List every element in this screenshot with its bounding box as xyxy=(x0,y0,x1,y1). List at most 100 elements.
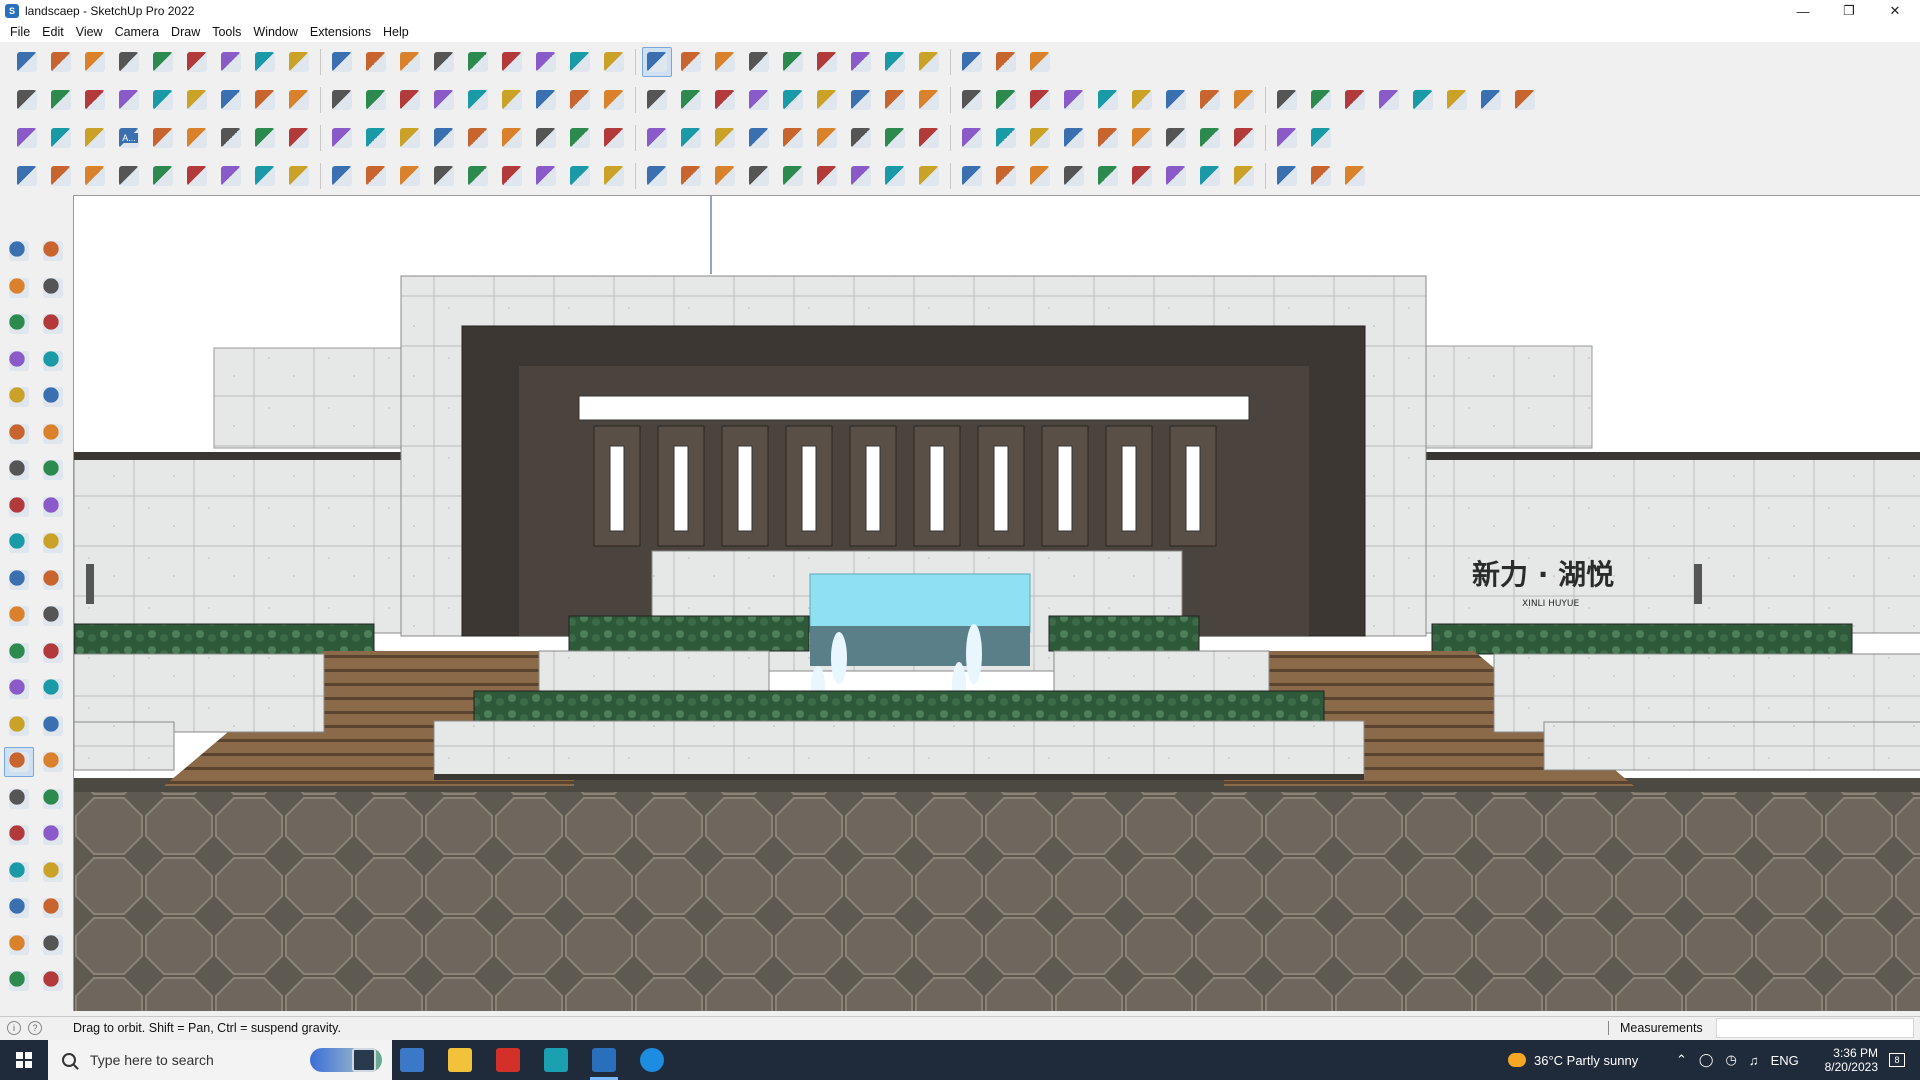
calculator-icon[interactable] xyxy=(388,1040,436,1080)
close-icon[interactable]: ✕ xyxy=(1872,0,1918,22)
tool-icon[interactable] xyxy=(361,47,391,77)
menu-window[interactable]: Window xyxy=(247,25,303,39)
tool-icon[interactable] xyxy=(463,123,493,153)
tool-icon[interactable] xyxy=(1195,85,1225,115)
tool-icon[interactable] xyxy=(744,161,774,191)
tool-icon[interactable] xyxy=(676,123,706,153)
tool-icon[interactable] xyxy=(778,161,808,191)
tool-icon[interactable] xyxy=(148,161,178,191)
tool-icon[interactable] xyxy=(80,85,110,115)
tool-icon[interactable] xyxy=(599,123,629,153)
tool-icon[interactable] xyxy=(812,85,842,115)
minimize-icon[interactable]: — xyxy=(1780,0,1826,22)
zoom-extents-icon[interactable] xyxy=(4,820,34,850)
tool-icon[interactable] xyxy=(1272,123,1302,153)
tool-icon[interactable] xyxy=(1025,85,1055,115)
pie-icon[interactable] xyxy=(4,492,34,522)
tool-icon[interactable] xyxy=(12,85,42,115)
tool-icon[interactable] xyxy=(395,161,425,191)
tool-icon[interactable] xyxy=(395,85,425,115)
tool-icon[interactable] xyxy=(846,47,876,77)
tool-icon[interactable] xyxy=(12,123,42,153)
sketchup-taskbar-icon[interactable] xyxy=(580,1040,628,1080)
tool-icon[interactable] xyxy=(1340,85,1370,115)
tool-icon[interactable] xyxy=(497,161,527,191)
tool-icon[interactable] xyxy=(957,47,987,77)
tool-icon[interactable] xyxy=(846,161,876,191)
menu-help[interactable]: Help xyxy=(377,25,415,39)
task-view-icon[interactable] xyxy=(340,1040,388,1080)
component-icon[interactable] xyxy=(4,309,34,339)
tool-icon[interactable] xyxy=(182,123,212,153)
tool-icon[interactable] xyxy=(1127,161,1157,191)
tool-icon[interactable] xyxy=(284,123,314,153)
3ds-max-icon[interactable] xyxy=(532,1040,580,1080)
tool-icon[interactable] xyxy=(676,85,706,115)
tool-icon[interactable] xyxy=(114,161,144,191)
tool-icon[interactable] xyxy=(284,47,314,77)
menu-camera[interactable]: Camera xyxy=(109,25,165,39)
tray-icons[interactable]: ⌃ ◯ ◷ ♫ ENG xyxy=(1676,1040,1799,1080)
pan-icon[interactable] xyxy=(38,747,68,777)
tool-icon[interactable] xyxy=(1408,85,1438,115)
tool-icon[interactable] xyxy=(216,123,246,153)
model-viewport[interactable]: 新力 · 湖悦 XINLI HUYUE xyxy=(73,195,1920,1011)
tool-icon[interactable] xyxy=(1127,85,1157,115)
text-icon[interactable] xyxy=(38,638,68,668)
tool-icon[interactable] xyxy=(565,123,595,153)
tool-icon[interactable] xyxy=(250,123,280,153)
tool-icon[interactable] xyxy=(991,123,1021,153)
protractor-icon[interactable] xyxy=(4,674,34,704)
arc-icon[interactable] xyxy=(4,455,34,485)
tool-icon[interactable] xyxy=(1059,123,1089,153)
tool-icon[interactable] xyxy=(880,123,910,153)
tool-icon[interactable] xyxy=(531,161,561,191)
tool-icon[interactable] xyxy=(991,47,1021,77)
clock[interactable]: 3:36 PM 8/20/2023 xyxy=(1808,1040,1878,1080)
tool-icon[interactable] xyxy=(710,47,740,77)
edge-icon[interactable] xyxy=(628,1040,676,1080)
push-pull-icon[interactable] xyxy=(38,528,68,558)
tool-icon[interactable] xyxy=(744,123,774,153)
tool-icon[interactable] xyxy=(114,47,144,77)
zoom-icon[interactable] xyxy=(4,784,34,814)
look-around-icon[interactable] xyxy=(38,857,68,887)
section-cuts-icon[interactable] xyxy=(38,930,68,960)
tool-icon[interactable] xyxy=(1195,161,1225,191)
3pt-arc-icon[interactable] xyxy=(38,492,68,522)
tool-icon[interactable] xyxy=(216,161,246,191)
3d-text-icon[interactable] xyxy=(38,674,68,704)
tool-icon[interactable] xyxy=(1229,85,1259,115)
tool-icon[interactable] xyxy=(710,123,740,153)
circle-icon[interactable] xyxy=(4,419,34,449)
tool-icon[interactable] xyxy=(395,123,425,153)
tape-icon[interactable] xyxy=(4,638,34,668)
tool-icon[interactable]: A... xyxy=(114,123,144,153)
weather-widget[interactable]: 36°C Partly sunny xyxy=(1508,1040,1638,1080)
menu-tools[interactable]: Tools xyxy=(206,25,247,39)
tool-icon[interactable] xyxy=(463,85,493,115)
tool-icon[interactable] xyxy=(46,85,76,115)
tool-icon[interactable] xyxy=(812,123,842,153)
tool-icon[interactable] xyxy=(46,161,76,191)
orbit-tool-icon[interactable] xyxy=(4,747,34,777)
tool-icon[interactable] xyxy=(676,47,706,77)
tool-icon[interactable] xyxy=(642,161,672,191)
tool-icon[interactable] xyxy=(531,123,561,153)
tool-icon[interactable] xyxy=(114,85,144,115)
scale-icon[interactable] xyxy=(4,601,34,631)
tool-icon[interactable] xyxy=(182,47,212,77)
tool-icon[interactable] xyxy=(12,161,42,191)
tool-icon[interactable] xyxy=(216,47,246,77)
tool-icon[interactable] xyxy=(1510,85,1540,115)
tool-icon[interactable] xyxy=(46,47,76,77)
menu-edit[interactable]: Edit xyxy=(36,25,70,39)
tool-icon[interactable] xyxy=(1374,85,1404,115)
menu-file[interactable]: File xyxy=(4,25,36,39)
language-indicator[interactable]: ENG xyxy=(1771,1053,1799,1068)
tool-icon[interactable] xyxy=(846,123,876,153)
tool-icon[interactable] xyxy=(1025,161,1055,191)
network-icon[interactable]: ◯ xyxy=(1699,1052,1714,1068)
tool-icon[interactable] xyxy=(1272,161,1302,191)
info-icon[interactable]: ? xyxy=(28,1020,42,1035)
